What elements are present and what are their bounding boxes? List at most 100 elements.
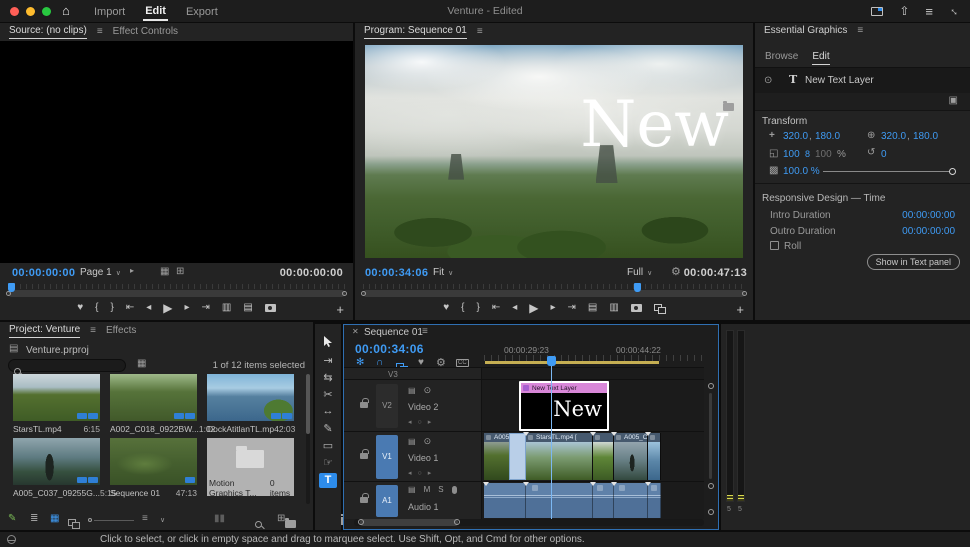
- tab-browse[interactable]: Browse: [765, 51, 798, 65]
- track-a1-name[interactable]: Audio 1: [408, 502, 439, 512]
- step-forward-icon[interactable]: ▸: [184, 303, 189, 313]
- track-v3-lane[interactable]: V3: [344, 367, 704, 379]
- audio-clip[interactable]: [484, 483, 526, 518]
- sync-lock-icon[interactable]: ▤: [408, 437, 416, 446]
- comparison-view-icon[interactable]: [653, 303, 666, 314]
- hscroll-handle[interactable]: [358, 519, 364, 525]
- mark-in-icon[interactable]: {: [95, 303, 98, 313]
- project-item[interactable]: A005_C037_09255G... 5:15: [13, 438, 117, 498]
- track-a1-target[interactable]: A1: [376, 485, 398, 517]
- next-page-icon[interactable]: ▸: [130, 267, 134, 275]
- project-item-folder-selected[interactable]: Motion Graphics T... 0 items: [207, 438, 294, 498]
- sequence-thumbnail[interactable]: [110, 438, 197, 485]
- timeline-clip[interactable]: A005_C: [614, 433, 648, 480]
- tab-source[interactable]: Source: (no clips): [9, 25, 87, 39]
- opacity-value[interactable]: 100.0 %: [783, 166, 820, 177]
- hscrollbar[interactable]: [354, 519, 704, 526]
- pen-tool[interactable]: ✎: [315, 422, 341, 435]
- track-a1-lane[interactable]: A1 ▤ M S Audio 1: [344, 481, 704, 519]
- scale-value[interactable]: 100: [783, 149, 800, 160]
- selection-tool[interactable]: [315, 336, 341, 351]
- tab-project[interactable]: Project: Venture: [9, 324, 81, 338]
- timeline-timecode[interactable]: 00:00:34:06: [355, 342, 424, 356]
- project-item[interactable]: StarsTL.mp4 6:15: [13, 374, 100, 434]
- filter-bin-icon[interactable]: ▦: [137, 359, 146, 369]
- icon-view-icon[interactable]: ▦: [50, 514, 59, 524]
- program-viewer[interactable]: New: [365, 45, 743, 258]
- export-frame-icon[interactable]: [264, 304, 276, 312]
- vscroll-handle[interactable]: [708, 383, 714, 389]
- mark-out-icon[interactable]: }: [110, 303, 113, 313]
- source-scrubber[interactable]: [6, 283, 347, 298]
- responsive-design-label[interactable]: Responsive Design — Time: [762, 193, 885, 204]
- panel-menu-icon[interactable]: ≡: [422, 327, 428, 337]
- hscroll-handle[interactable]: [454, 519, 460, 525]
- show-in-text-panel-button[interactable]: Show in Text panel: [866, 254, 960, 270]
- program-playhead[interactable]: [634, 283, 642, 292]
- timeline-clip[interactable]: [648, 433, 661, 480]
- playback-resolution-select[interactable]: Full ∨: [627, 267, 652, 278]
- position-y-value[interactable]: 180.0: [815, 131, 840, 142]
- new-item-icon[interactable]: ⊞: [277, 514, 285, 524]
- track-v1-lane[interactable]: V1 ▤ ⊙ Video 1 ◂○▸ A005_C0 StarsTL.mp4 [: [344, 431, 704, 481]
- position-x-value[interactable]: 320.0: [783, 131, 808, 142]
- timeline-playhead[interactable]: [547, 356, 556, 366]
- audio-clip[interactable]: [593, 483, 614, 518]
- lock-icon[interactable]: [360, 449, 369, 459]
- source-timecode[interactable]: 00:00:00:00: [12, 267, 75, 279]
- intro-duration-value[interactable]: 00:00:00:00: [902, 210, 955, 221]
- button-editor-icon[interactable]: ⊞: [176, 267, 184, 277]
- mark-in-icon[interactable]: {: [461, 303, 464, 313]
- roll-checkbox[interactable]: Roll: [770, 241, 801, 252]
- settings-grid-icon[interactable]: ▦: [160, 267, 169, 277]
- item-name[interactable]: A005_C037_09255G...: [13, 488, 100, 498]
- lock-icon[interactable]: [360, 398, 369, 408]
- source-button-editor-plus[interactable]: +: [336, 302, 344, 317]
- type-tool[interactable]: T: [319, 473, 337, 488]
- page-selector[interactable]: Page 1 ∨: [80, 267, 121, 278]
- go-to-out-icon[interactable]: ⇥: [568, 303, 576, 313]
- add-marker-icon[interactable]: ♥: [443, 303, 449, 313]
- source-playhead[interactable]: [8, 283, 15, 292]
- zoom-slider-knob[interactable]: [88, 518, 92, 522]
- item-name[interactable]: StarsTL.mp4: [13, 424, 62, 434]
- rotation-value[interactable]: 0: [881, 149, 887, 160]
- track-v1-target[interactable]: V1: [376, 435, 398, 479]
- track-visibility-eye-icon[interactable]: ⊙: [424, 437, 432, 446]
- add-marker-icon[interactable]: ♥: [77, 303, 83, 313]
- writable-pen-icon[interactable]: ✎: [8, 514, 16, 524]
- track-v2-name[interactable]: Video 2: [408, 402, 438, 412]
- source-viewer[interactable]: [0, 41, 353, 263]
- clip-thumbnail[interactable]: [13, 374, 100, 421]
- program-scrubber[interactable]: [361, 283, 747, 298]
- clip-thumbnail[interactable]: [110, 374, 197, 421]
- export-frame-icon[interactable]: [630, 304, 642, 312]
- audio-clip[interactable]: [614, 483, 648, 518]
- sync-lock-icon[interactable]: ▤: [408, 486, 416, 494]
- anchor-x-value[interactable]: 320.0: [881, 131, 906, 142]
- item-name[interactable]: DockAtitlanTL.mp4: [207, 424, 279, 434]
- new-group-folder-icon[interactable]: [723, 101, 734, 111]
- step-forward-icon[interactable]: ▸: [550, 303, 555, 313]
- item-name[interactable]: A002_C018_0922BW...: [110, 424, 199, 434]
- list-view-icon[interactable]: ≣: [30, 514, 38, 524]
- zoom-level-select[interactable]: Fit ∨: [433, 267, 453, 278]
- project-file-name[interactable]: Venture.prproj: [26, 345, 89, 356]
- scale-y-value[interactable]: 100: [815, 149, 832, 160]
- program-timecode[interactable]: 00:00:34:06: [365, 267, 428, 279]
- scale-link-icon[interactable]: 8: [805, 149, 810, 159]
- track-visibility-eye-icon[interactable]: ⊙: [424, 386, 432, 395]
- slip-tool[interactable]: ↔: [315, 405, 341, 417]
- play-icon[interactable]: ▶: [163, 302, 172, 314]
- razor-tool[interactable]: ✂: [315, 388, 341, 401]
- track-v1-name[interactable]: Video 1: [408, 453, 438, 463]
- workspace-icon[interactable]: [871, 6, 884, 16]
- new-layer-icon[interactable]: ▣: [949, 96, 958, 106]
- freeform-view-icon[interactable]: [68, 519, 80, 529]
- sequence-tab[interactable]: Sequence 01: [364, 327, 423, 338]
- track-v3-label[interactable]: V3: [388, 370, 398, 379]
- panel-menu-icon[interactable]: ≡: [90, 326, 96, 336]
- settings-wrench-icon[interactable]: ⚙: [671, 267, 681, 278]
- timeline-clip[interactable]: [593, 433, 614, 480]
- sync-lock-icon[interactable]: ▤: [408, 386, 416, 395]
